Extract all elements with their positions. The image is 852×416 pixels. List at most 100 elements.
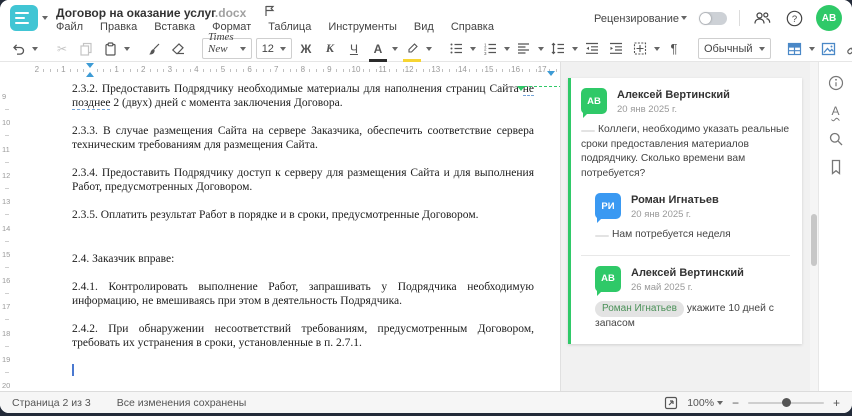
ruler-number: 11 <box>2 144 10 154</box>
menu-item[interactable]: Вид <box>414 21 434 33</box>
horizontal-ruler[interactable]: 21123456789101112131415161718 <box>14 62 573 79</box>
text-cursor <box>72 364 74 376</box>
menu-item[interactable]: Таблица <box>268 21 311 33</box>
table-caret-icon[interactable] <box>808 46 815 51</box>
ruler-number: 1 <box>61 65 66 74</box>
zoom-caret-icon <box>716 400 723 405</box>
left-indent-marker[interactable] <box>86 72 94 77</box>
document-page[interactable]: 2.3.2. Предоставить Подрядчику необходим… <box>14 78 560 391</box>
bullet-list-icon[interactable] <box>446 39 466 59</box>
comment-date: 20 янв 2025 г. <box>631 209 692 220</box>
font-name-select[interactable]: Times New ... <box>202 31 252 67</box>
mention-pill[interactable] <box>595 235 609 237</box>
table-icon[interactable] <box>785 39 805 59</box>
copy-button[interactable] <box>76 39 96 59</box>
comment-item[interactable]: РИ Роман Игнатьев 20 янв 2025 г. Нам пот… <box>595 193 790 243</box>
paste-caret-icon[interactable] <box>124 46 130 51</box>
ruler-number: 13 <box>2 197 11 207</box>
comment-item[interactable]: АВ Алексей Вертинский 26 май 2025 г. Ром… <box>581 254 790 332</box>
scrollbar-thumb[interactable] <box>811 214 817 266</box>
font-color-button[interactable]: А <box>368 39 388 62</box>
mention-pill[interactable]: Роман Игнатьев <box>595 300 684 317</box>
fit-page-icon[interactable] <box>663 395 678 410</box>
info-icon[interactable] <box>827 74 845 92</box>
show-marks-button[interactable]: ¶ <box>664 39 684 59</box>
search-icon[interactable] <box>827 130 845 148</box>
spellcheck-icon[interactable]: А <box>827 102 845 120</box>
line-spacing-caret-icon[interactable] <box>571 46 578 51</box>
paragraph-shading-icon[interactable] <box>630 39 650 59</box>
menu-item[interactable]: Правка <box>100 21 137 33</box>
ruler-number: 12 <box>2 170 11 180</box>
format-painter-icon[interactable] <box>144 39 164 59</box>
comment-thread-card[interactable]: АВ Алексей Вертинский 20 янв 2025 г. Кол… <box>568 78 802 344</box>
underline-button[interactable]: Ч <box>344 39 364 59</box>
save-status: Все изменения сохранены <box>116 396 247 409</box>
ruler-number: 11 <box>378 65 387 74</box>
ruler-number: 17 <box>2 302 11 312</box>
header-divider <box>739 10 740 26</box>
flag-icon[interactable] <box>264 5 275 20</box>
ruler-number: 5 <box>220 65 226 74</box>
right-indent-marker[interactable] <box>547 71 555 76</box>
ruler-number: 7 <box>273 65 279 74</box>
bookmark-icon[interactable] <box>827 158 845 176</box>
review-toggle[interactable] <box>699 11 727 25</box>
zoom-slider-knob[interactable] <box>781 398 791 407</box>
undo-button[interactable] <box>8 39 28 59</box>
paragraph-style-value: Обычный <box>703 42 753 55</box>
comment-text: Коллеги, необходимо указать реальные сро… <box>581 124 790 179</box>
numbered-list-icon[interactable]: 123 <box>480 39 500 59</box>
cut-button[interactable]: ✂ <box>52 39 72 59</box>
toggle-knob <box>700 12 711 24</box>
review-mode-button[interactable]: Рецензирование <box>594 9 687 27</box>
clear-style-icon[interactable] <box>168 39 188 59</box>
bullet-list-caret-icon[interactable] <box>469 46 476 51</box>
page-indicator[interactable]: Страница 2 из 3 <box>12 397 91 409</box>
ruler-number: 14 <box>457 65 467 74</box>
vertical-ruler[interactable]: 9 10 11 12 13 14 15 16 17 18 19 20 <box>0 78 15 400</box>
ruler-number: 16 <box>511 65 521 74</box>
menu-item[interactable]: Файл <box>56 21 83 33</box>
zoom-in-button[interactable]: + <box>833 397 840 409</box>
vertical-scrollbar[interactable] <box>810 62 818 391</box>
app-logo[interactable] <box>10 5 38 31</box>
zoom-value[interactable]: 100% <box>687 397 723 409</box>
mention-pill[interactable] <box>581 130 595 132</box>
shading-caret-icon[interactable] <box>653 46 660 51</box>
link-icon[interactable] <box>843 39 852 59</box>
ruler-number: 17 <box>537 65 547 74</box>
numbered-list-caret-icon[interactable] <box>503 46 510 51</box>
comment-date: 26 май 2025 г. <box>631 281 693 293</box>
bold-button[interactable]: Ж <box>296 39 316 59</box>
zoom-percentage: 100% <box>687 396 715 409</box>
decrease-indent-icon[interactable] <box>582 39 602 59</box>
italic-button[interactable]: К <box>320 39 340 59</box>
logo-caret-icon[interactable] <box>42 16 48 20</box>
paste-button[interactable] <box>100 39 120 59</box>
comment-item[interactable]: АВ Алексей Вертинский 20 янв 2025 г. Кол… <box>581 88 790 181</box>
line-spacing-icon[interactable] <box>548 39 568 59</box>
comment-avatar: РИ <box>595 193 621 223</box>
font-size-select[interactable]: 12 <box>255 38 292 59</box>
menu-item[interactable]: Вставка <box>154 21 195 33</box>
document-paragraph: 2.3.4. Предоставить Подрядчику доступ к … <box>72 167 534 193</box>
align-icon[interactable] <box>514 39 534 59</box>
undo-caret-icon[interactable] <box>32 46 38 51</box>
highlight-caret-icon[interactable] <box>425 46 432 51</box>
help-icon[interactable]: ? <box>784 8 804 28</box>
collaboration-icon[interactable] <box>752 8 772 28</box>
first-line-indent-marker[interactable] <box>86 63 94 68</box>
paragraph-style-select[interactable]: Обычный <box>697 38 771 59</box>
zoom-slider[interactable] <box>747 398 824 407</box>
menu-item[interactable]: Инструменты <box>328 21 397 33</box>
highlight-button[interactable] <box>402 39 422 62</box>
align-caret-icon[interactable] <box>537 46 544 51</box>
comment-divider <box>581 254 790 256</box>
zoom-out-button[interactable]: − <box>732 397 739 409</box>
increase-indent-icon[interactable] <box>606 39 626 59</box>
user-avatar[interactable]: АВ <box>816 5 842 31</box>
font-color-caret-icon[interactable] <box>391 46 398 51</box>
menu-item[interactable]: Справка <box>451 21 494 33</box>
image-icon[interactable] <box>819 39 839 59</box>
